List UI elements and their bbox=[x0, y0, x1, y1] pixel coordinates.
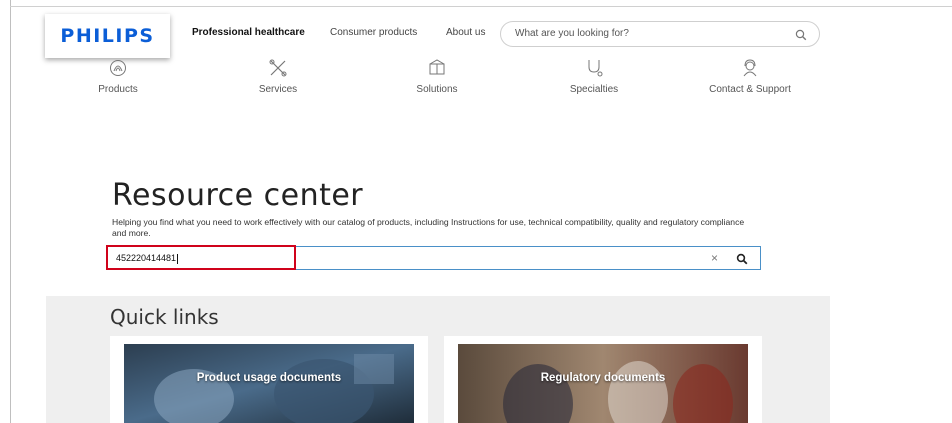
category-label: Specialties bbox=[569, 84, 619, 95]
category-contact-support[interactable]: Contact & Support bbox=[690, 58, 810, 95]
search-icon[interactable] bbox=[795, 28, 807, 46]
support-agent-icon bbox=[690, 58, 810, 78]
products-icon bbox=[58, 58, 178, 78]
logo-text: PHILIPS bbox=[60, 25, 155, 47]
page-title: Resource center bbox=[112, 178, 364, 213]
quick-link-card-regulatory[interactable]: Regulatory documents bbox=[444, 336, 762, 423]
site-search-placeholder: What are you looking for? bbox=[515, 28, 629, 39]
clear-icon[interactable]: × bbox=[711, 251, 718, 265]
quick-links-title: Quick links bbox=[110, 305, 219, 329]
category-label: Products bbox=[98, 84, 138, 95]
category-products[interactable]: Products bbox=[58, 58, 178, 95]
category-services[interactable]: Services bbox=[218, 58, 338, 95]
solutions-icon bbox=[377, 58, 497, 78]
philips-logo[interactable]: PHILIPS bbox=[45, 14, 170, 58]
nav-about-us[interactable]: About us bbox=[446, 27, 485, 38]
category-solutions[interactable]: Solutions bbox=[377, 58, 497, 95]
stethoscope-icon bbox=[534, 58, 654, 78]
quick-link-card-product-usage[interactable]: Product usage documents bbox=[110, 336, 428, 423]
window-left-border bbox=[10, 0, 11, 423]
window-top-border bbox=[10, 6, 952, 7]
quick-link-label: Regulatory documents bbox=[540, 372, 666, 384]
category-label: Solutions bbox=[416, 84, 458, 95]
category-label: Services bbox=[258, 84, 298, 95]
nav-professional-healthcare[interactable]: Professional healthcare bbox=[192, 27, 305, 38]
services-icon bbox=[218, 58, 338, 78]
category-label: Contact & Support bbox=[709, 84, 791, 95]
highlight-box bbox=[106, 245, 296, 270]
quick-link-label: Product usage documents bbox=[196, 372, 342, 384]
category-specialties[interactable]: Specialties bbox=[534, 58, 654, 95]
site-search-input[interactable]: What are you looking for? bbox=[500, 21, 820, 47]
page-description: Helping you find what you need to work e… bbox=[112, 217, 745, 238]
search-icon[interactable] bbox=[736, 252, 748, 270]
nav-consumer-products[interactable]: Consumer products bbox=[330, 27, 417, 38]
